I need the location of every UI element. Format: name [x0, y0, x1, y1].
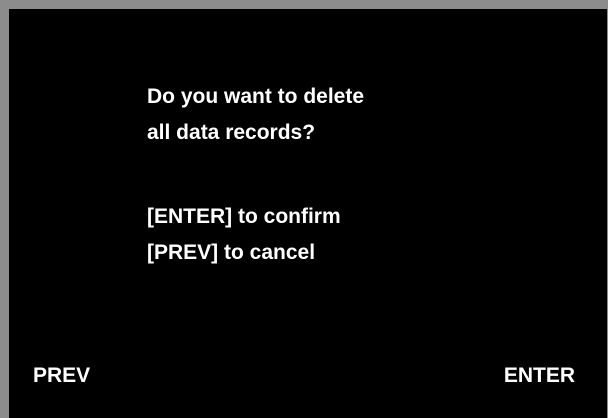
device-bezel: Do you want to delete all data records? …: [0, 0, 608, 418]
enter-softkey[interactable]: ENTER: [504, 361, 575, 391]
question-line-2: all data records?: [147, 121, 316, 144]
question-line-1: Do you want to delete: [147, 85, 365, 108]
prev-softkey[interactable]: PREV: [33, 361, 90, 391]
lcd-screen: Do you want to delete all data records? …: [9, 9, 607, 418]
delete-confirmation-question: Do you want to delete all data records?: [147, 79, 364, 151]
cancel-instruction: [PREV] to cancel: [147, 241, 316, 264]
key-instructions: [ENTER] to confirm [PREV] to cancel: [147, 199, 341, 271]
confirm-instruction: [ENTER] to confirm: [147, 205, 341, 228]
